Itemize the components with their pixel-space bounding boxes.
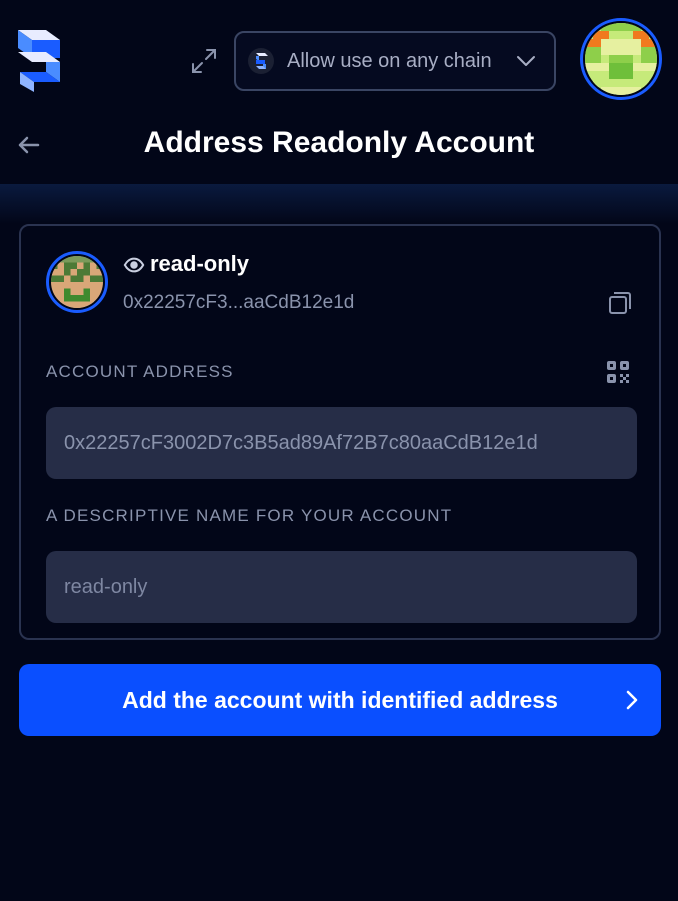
chain-selector-label: Allow use on any chain	[287, 49, 492, 72]
chevron-down-icon	[517, 56, 535, 66]
account-short-address: 0x22257cF3...aaCdB12e1d	[123, 292, 355, 313]
account-address-input[interactable]	[46, 407, 637, 479]
add-account-button-label: Add the account with identified address	[122, 686, 558, 713]
top-bar: Allow use on any chain	[0, 0, 678, 120]
expand-icon[interactable]	[188, 45, 220, 77]
logo-icon	[18, 30, 60, 92]
chain-logo-icon	[248, 48, 274, 74]
account-address-label: Account address	[46, 362, 234, 381]
account-name: read-only	[150, 251, 250, 276]
account-card: read-only 0x22257cF3...aaCdB12e1d Accoun…	[19, 224, 661, 640]
account-identicon-small	[51, 256, 103, 308]
account-name-input[interactable]	[46, 551, 637, 623]
account-name-label: A descriptive name for your account	[46, 506, 453, 525]
add-account-button[interactable]: Add the account with identified address	[19, 664, 661, 736]
eye-icon	[123, 257, 145, 273]
copy-icon[interactable]	[607, 290, 633, 316]
account-avatar-button[interactable]	[580, 18, 662, 100]
account-identicon	[585, 23, 657, 95]
chevron-right-icon	[626, 690, 638, 710]
page-title: Address Readonly Account	[143, 126, 535, 159]
chain-selector[interactable]: Allow use on any chain	[234, 31, 556, 91]
account-avatar	[46, 251, 108, 313]
qr-code-icon[interactable]	[606, 360, 630, 384]
header-divider	[0, 184, 678, 224]
